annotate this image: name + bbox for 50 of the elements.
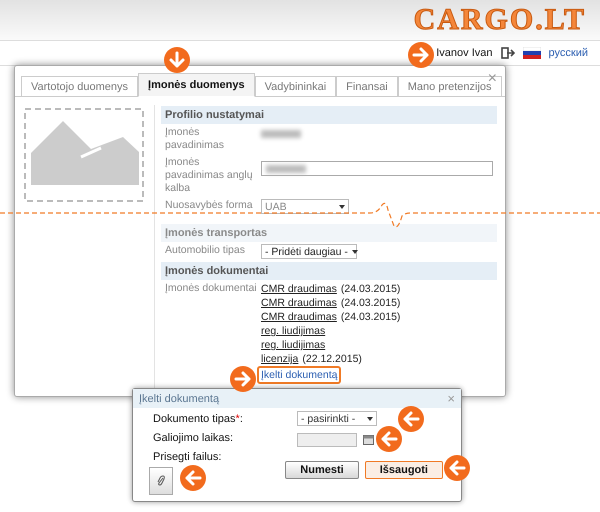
document-link[interactable]: CMR draudimas [261,310,337,324]
field-label: Įmonės dokumentai [165,282,258,295]
attach-button[interactable] [149,467,173,495]
document-link[interactable]: CMR draudimas [261,296,337,310]
flag-icon [522,47,541,59]
caret-icon [339,204,345,208]
paperclip-icon [156,475,166,487]
document-date: (24.03.2015) [340,310,400,324]
tab[interactable]: Įmonės duomenys [138,73,255,97]
arrow-callout-icon [180,465,206,491]
cancel-button[interactable]: Numesti [285,461,359,479]
document-link[interactable]: reg. liudijimas [261,324,326,338]
field-label: Automobilio tipas [165,244,246,257]
upload-document-link[interactable]: Įkelti dokumentą [257,366,342,384]
document-date: (22.12.2015) [302,352,362,366]
image-placeholder-icon [23,107,145,203]
logout-icon[interactable] [500,47,515,59]
document-link[interactable]: licenzija [261,352,298,366]
date-input[interactable] [297,433,357,447]
field-label: Įmonės pavadinimas anglų kalba [165,156,254,195]
logo: CARGO.LT [414,3,586,37]
tab[interactable]: Finansai [336,76,398,96]
field-label: Įmonės pavadinimas [165,126,225,152]
tab[interactable]: Vartotojo duomenys [21,76,138,96]
field-label: Prisegti failus: [153,451,222,463]
document-date: (24.03.2015) [340,296,400,310]
calendar-icon[interactable] [363,435,374,445]
save-button[interactable]: Išsaugoti [364,461,443,479]
arrow-callout-icon [398,406,424,432]
document-link[interactable]: CMR draudimas [261,282,337,296]
dialog-title: Įkelti dokumentą [139,392,220,404]
redacted-value [261,130,301,138]
section-header: Profilio nustatymai [161,106,497,124]
field-label: Galiojimo laikas: [153,432,234,444]
field-label: Dokumento tipas*: [153,412,244,424]
user-name: Ivanov Ivan [436,47,493,59]
dropdown[interactable]: - Pridėti daugiau - [261,244,357,259]
caret-icon [352,250,358,254]
text-input[interactable] [261,161,493,176]
dropdown[interactable]: UAB [261,199,349,214]
caret-icon [367,416,373,420]
document-link[interactable]: reg. liudijimas [261,338,326,352]
language-link[interactable]: русский [548,47,588,59]
section-header: Įmonės transportas [161,224,497,242]
field-label: Nuosavybės forma [165,199,254,212]
tab[interactable]: Vadybininkai [254,76,336,96]
section-header: Įmonės dokumentai [161,262,497,280]
document-date: (24.03.2015) [340,282,400,296]
dropdown[interactable]: - pasirinkti - [297,411,377,426]
arrow-callout-icon [376,426,402,452]
